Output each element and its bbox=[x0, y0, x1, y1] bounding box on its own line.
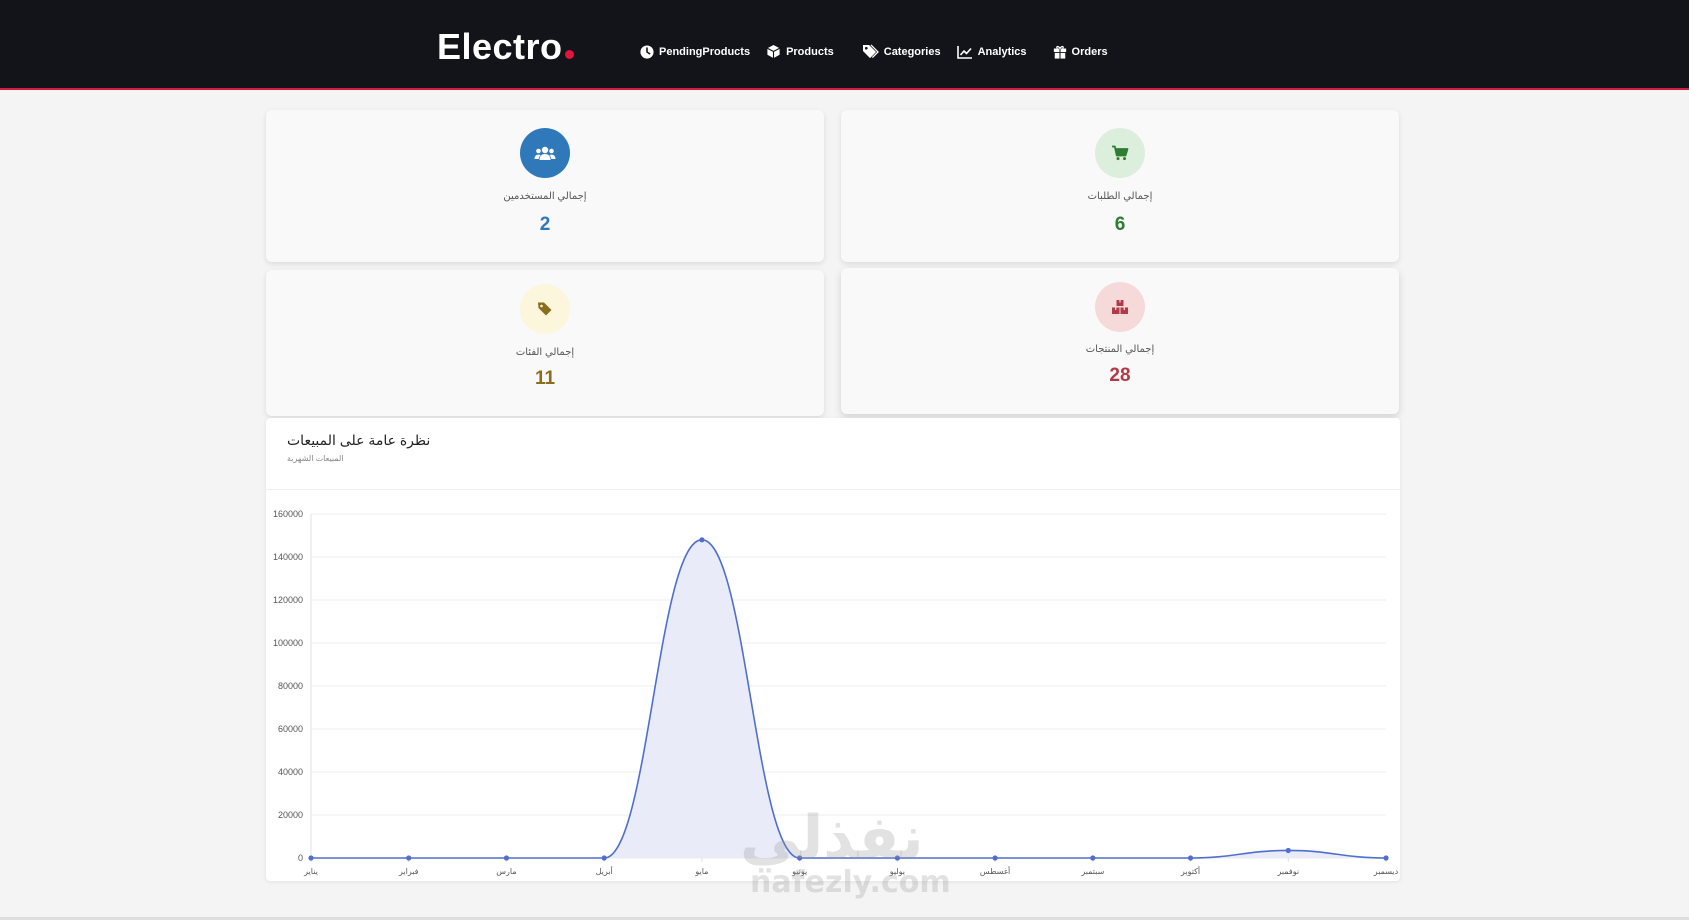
main-nav: PendingProducts Products Categories Anal… bbox=[640, 44, 1124, 59]
data-point bbox=[699, 537, 705, 543]
stat-card-products: إجمالي المنتجات 28 bbox=[841, 268, 1399, 414]
boxes-icon bbox=[1112, 300, 1128, 314]
tag-icon-circle bbox=[520, 284, 570, 334]
x-tick-label: يناير bbox=[303, 867, 318, 876]
tag-icon bbox=[538, 302, 552, 316]
users-value: 2 bbox=[539, 214, 551, 235]
x-tick-label: سبتمبر bbox=[1080, 867, 1104, 876]
x-tick-label: فبراير bbox=[398, 867, 419, 876]
gift-icon bbox=[1053, 45, 1066, 59]
data-point bbox=[308, 855, 314, 861]
nav-label: PendingProducts bbox=[659, 45, 751, 58]
y-tick-label: 60000 bbox=[278, 724, 303, 734]
y-tick-label: 160000 bbox=[273, 509, 303, 519]
brand-name: Electro bbox=[437, 26, 563, 67]
x-tick-label: أكتوبر bbox=[1180, 866, 1200, 876]
brand-logo[interactable]: Electro bbox=[437, 26, 574, 68]
nav-item-analytics[interactable]: Analytics bbox=[956, 45, 1027, 59]
clock-icon bbox=[640, 44, 654, 59]
users-label: إجمالي المستخدمين bbox=[503, 191, 587, 202]
tags-icon bbox=[862, 44, 879, 59]
brand-dot-icon bbox=[564, 50, 574, 59]
stat-card-categories: إجمالي الفئات 11 bbox=[266, 270, 824, 416]
x-tick-label: مايو bbox=[694, 867, 708, 876]
products-label: إجمالي المنتجات bbox=[1085, 344, 1155, 355]
stat-card-orders: إجمالي الطلبات 6 bbox=[841, 110, 1399, 262]
data-point bbox=[601, 855, 607, 861]
boxes-icon-circle bbox=[1095, 282, 1145, 332]
y-tick-label: 40000 bbox=[278, 767, 303, 777]
y-tick-label: 80000 bbox=[278, 681, 303, 691]
cart-icon-circle bbox=[1095, 128, 1145, 178]
data-point bbox=[406, 855, 412, 861]
data-point bbox=[1285, 847, 1291, 854]
y-tick-label: 140000 bbox=[273, 552, 303, 562]
nav-item-products[interactable]: Products bbox=[766, 44, 834, 59]
nav-label: Categories bbox=[883, 45, 941, 58]
watermark: نفذلي nafezly.com bbox=[740, 808, 951, 898]
x-tick-label: أبريل bbox=[596, 866, 613, 876]
x-tick-label: مارس bbox=[496, 867, 516, 876]
data-point bbox=[503, 855, 510, 861]
data-point bbox=[1090, 855, 1096, 861]
categories-value: 11 bbox=[534, 368, 556, 389]
nav-item-pending-products[interactable]: PendingProducts bbox=[640, 44, 751, 59]
watermark-latin: nafezly.com bbox=[750, 865, 951, 900]
x-tick-label: أغسطس bbox=[980, 866, 1010, 876]
data-point bbox=[992, 855, 998, 861]
nav-item-categories[interactable]: Categories bbox=[862, 44, 941, 59]
stat-card-users: إجمالي المستخدمين 2 bbox=[266, 110, 824, 262]
x-tick-label: ديسمبر bbox=[1373, 867, 1399, 876]
nav-label: Orders bbox=[1071, 45, 1108, 58]
nav-item-orders[interactable]: Orders bbox=[1053, 45, 1108, 59]
users-icon bbox=[534, 146, 556, 160]
products-value: 28 bbox=[1109, 365, 1131, 386]
y-tick-label: 20000 bbox=[278, 810, 303, 820]
users-icon-circle bbox=[520, 128, 570, 178]
categories-label: إجمالي الفئات bbox=[515, 347, 575, 358]
nav-label: Analytics bbox=[977, 45, 1027, 58]
y-tick-label: 120000 bbox=[273, 595, 303, 605]
y-tick-label: 100000 bbox=[273, 638, 303, 648]
data-point bbox=[1187, 855, 1194, 861]
data-point bbox=[1383, 855, 1389, 861]
cart-icon bbox=[1112, 145, 1129, 161]
y-tick-label: 0 bbox=[298, 853, 303, 863]
top-navbar: Electro PendingProducts Products Categor… bbox=[0, 0, 1689, 90]
nav-label: Products bbox=[786, 45, 834, 58]
x-tick-label: نوفمبر bbox=[1276, 867, 1299, 876]
orders-label: إجمالي الطلبات bbox=[1087, 191, 1153, 202]
orders-value: 6 bbox=[1114, 214, 1126, 235]
box-icon bbox=[767, 44, 780, 59]
chart-line-icon bbox=[956, 45, 972, 59]
watermark-arabic: نفذلي bbox=[740, 803, 924, 873]
